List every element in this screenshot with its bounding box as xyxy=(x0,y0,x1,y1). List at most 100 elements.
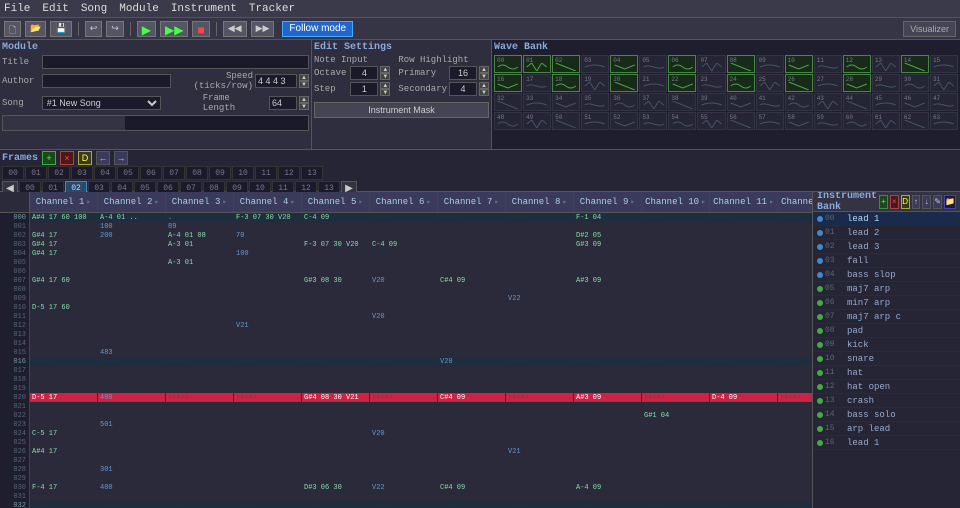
ib-item-15[interactable]: 15arp lead xyxy=(813,422,960,436)
tracker-cell[interactable]: ····· xyxy=(506,276,573,285)
tracker-cell[interactable]: ····· xyxy=(506,348,573,357)
tracker-cell[interactable]: ····· xyxy=(710,267,777,276)
wave-cell-35[interactable]: 35 xyxy=(581,93,609,111)
tracker-cell[interactable]: ····· xyxy=(98,321,165,330)
octave-input[interactable] xyxy=(350,66,378,80)
tracker-cell[interactable]: ····· xyxy=(710,501,777,508)
wave-cell-42[interactable]: 42 xyxy=(785,93,813,111)
tracker-cell[interactable]: D#3 06 30 xyxy=(302,483,369,492)
speed-down[interactable]: ▼ xyxy=(299,81,309,88)
frame-top-10[interactable]: 10 xyxy=(232,166,254,180)
tracker-cell[interactable]: ····· xyxy=(98,438,165,447)
tracker-cell[interactable]: ····· xyxy=(574,285,641,294)
wave-cell-26[interactable]: 26 xyxy=(785,74,813,92)
speed-up[interactable]: ▲ xyxy=(299,74,309,81)
wave-cell-39[interactable]: 39 xyxy=(697,93,725,111)
tracker-cell[interactable]: ····· xyxy=(370,231,437,240)
tracker-cell[interactable]: A-3 01 xyxy=(166,258,233,267)
ib-item-03[interactable]: 03fall xyxy=(813,254,960,268)
ib-down-btn[interactable]: ↓ xyxy=(922,195,931,209)
tracker-cell[interactable]: D-5 17 60 xyxy=(30,303,97,312)
wave-cell-38[interactable]: 38 xyxy=(668,93,696,111)
tracker-cell[interactable]: ····· xyxy=(166,357,233,366)
tracker-cell[interactable]: ····· xyxy=(778,339,812,348)
tracker-cell[interactable]: ····· xyxy=(506,384,573,393)
ib-item-01[interactable]: 01lead 2 xyxy=(813,226,960,240)
tracker-cell[interactable]: ····· xyxy=(642,312,709,321)
tracker-cell[interactable]: ····· xyxy=(30,294,97,303)
wave-cell-19[interactable]: 19 xyxy=(581,74,609,92)
tracker-cell[interactable]: ····· xyxy=(98,339,165,348)
tracker-cell[interactable]: ····· xyxy=(438,384,505,393)
tracker-cell[interactable]: ····· xyxy=(302,303,369,312)
tracker-cell[interactable]: ····· xyxy=(710,213,777,222)
tracker-cell[interactable]: ····· xyxy=(506,429,573,438)
tracker-cell[interactable]: ····· xyxy=(778,465,812,474)
tracker-cell[interactable]: ····· xyxy=(166,393,233,402)
tracker-cell[interactable]: ····· xyxy=(574,330,641,339)
tracker-cell[interactable]: ····· xyxy=(302,474,369,483)
open-btn[interactable]: 📂 xyxy=(25,21,46,37)
tracker-cell[interactable]: ····· xyxy=(98,294,165,303)
tracker-cell[interactable]: ····· xyxy=(778,240,812,249)
tracker-cell[interactable]: 400 xyxy=(98,393,165,402)
tracker-cell[interactable]: ····· xyxy=(710,330,777,339)
tracker-cell[interactable]: ····· xyxy=(778,429,812,438)
tracker-cell[interactable]: ····· xyxy=(574,222,641,231)
tracker-cell[interactable]: A#4 17 xyxy=(30,447,97,456)
tracker-cell[interactable]: ····· xyxy=(98,492,165,501)
tracker-cell[interactable]: ····· xyxy=(302,231,369,240)
tracker-cell[interactable]: ····· xyxy=(370,294,437,303)
tracker-cell[interactable]: ····· xyxy=(166,465,233,474)
tracker-cell[interactable]: ····· xyxy=(302,438,369,447)
tracker-cell[interactable]: V20 xyxy=(370,276,437,285)
tracker-cell[interactable]: ····· xyxy=(166,294,233,303)
tracker-cell[interactable]: ····· xyxy=(234,501,301,508)
tracker-cell[interactable]: V22 xyxy=(370,483,437,492)
tracker-cell[interactable]: ····· xyxy=(778,438,812,447)
channel-12-header[interactable]: Channel 12▸ xyxy=(778,192,812,212)
tracker-cell[interactable]: ····· xyxy=(642,429,709,438)
step-down[interactable]: ▼ xyxy=(380,89,390,96)
tracker-cell[interactable]: ····· xyxy=(98,456,165,465)
tracker-cell[interactable]: ····· xyxy=(166,420,233,429)
frame-top-11[interactable]: 11 xyxy=(255,166,277,180)
visualizer-btn[interactable]: Visualizer xyxy=(903,21,956,37)
tracker-cell[interactable]: ····· xyxy=(302,420,369,429)
tracker-cell[interactable]: A-3 01 xyxy=(166,240,233,249)
tracker-cell[interactable]: ····· xyxy=(98,474,165,483)
ib-item-09[interactable]: 09kick xyxy=(813,338,960,352)
wave-cell-17[interactable]: 17 xyxy=(523,74,551,92)
tracker-cell[interactable]: ····· xyxy=(506,240,573,249)
tracker-cell[interactable]: ····· xyxy=(234,240,301,249)
tracker-cell[interactable]: ····· xyxy=(370,465,437,474)
tracker-cell[interactable]: ····· xyxy=(370,258,437,267)
tracker-cell[interactable]: G#4 17 xyxy=(30,249,97,258)
tracker-cell[interactable]: ····· xyxy=(438,375,505,384)
tracker-cell[interactable]: ····· xyxy=(642,492,709,501)
tracker-cell[interactable]: ····· xyxy=(438,366,505,375)
wave-cell-49[interactable]: 49 xyxy=(523,112,551,130)
wave-cell-02[interactable]: 02 xyxy=(552,55,580,73)
tracker-cell[interactable]: ····· xyxy=(506,267,573,276)
tracker-cell[interactable]: ····· xyxy=(710,456,777,465)
tracker-cell[interactable]: ····· xyxy=(574,465,641,474)
tracker-cell[interactable]: ····· xyxy=(506,456,573,465)
tracker-cell[interactable]: ····· xyxy=(98,249,165,258)
tracker-cell[interactable]: ····· xyxy=(438,231,505,240)
tracker-cell[interactable]: ····· xyxy=(30,366,97,375)
tracker-cell[interactable]: ····· xyxy=(370,420,437,429)
tracker-cell[interactable]: ····· xyxy=(642,465,709,474)
tracker-cell[interactable]: G#4 08 30 V21 xyxy=(302,393,369,402)
tracker-cell[interactable]: ····· xyxy=(438,420,505,429)
tracker-cell[interactable]: G#4 17 xyxy=(30,240,97,249)
tracker-cell[interactable]: ····· xyxy=(710,240,777,249)
tracker-cell[interactable]: ····· xyxy=(574,366,641,375)
tracker-cell[interactable]: ····· xyxy=(642,357,709,366)
frame-length-up[interactable]: ▲ xyxy=(299,96,309,103)
tracker-cell[interactable]: ····· xyxy=(98,357,165,366)
tracker-cell[interactable]: D-4 09 xyxy=(710,393,777,402)
wave-cell-55[interactable]: 55 xyxy=(697,112,725,130)
tracker-cell[interactable]: ····· xyxy=(778,213,812,222)
tracker-cell[interactable]: ····· xyxy=(166,456,233,465)
